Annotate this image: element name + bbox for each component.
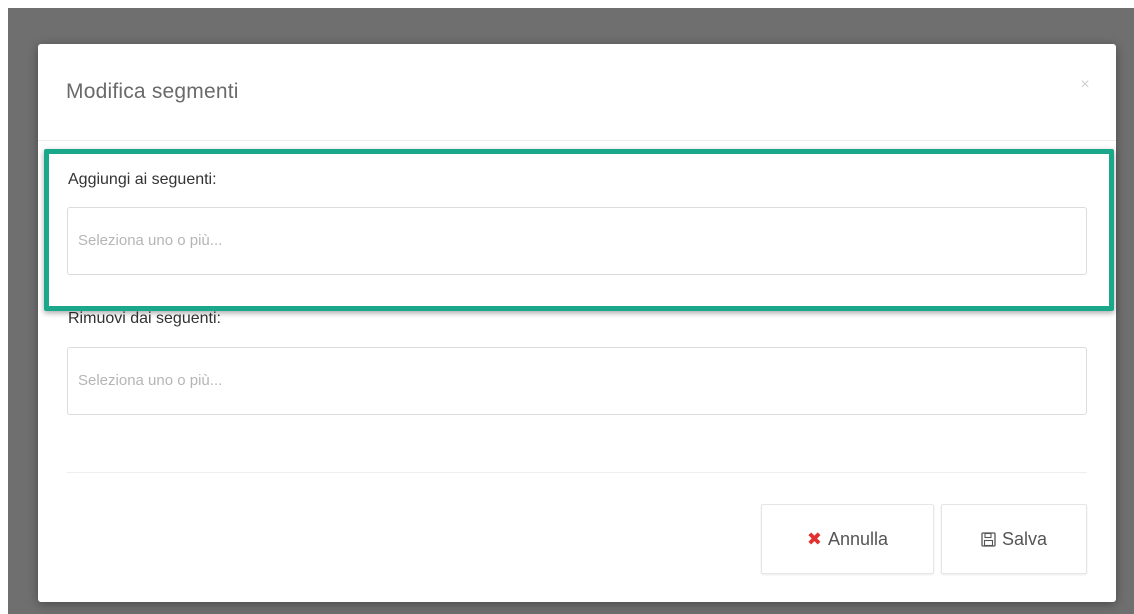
save-button-label: Salva (1001, 528, 1048, 549)
add-segments-placeholder: Seleziona uno o più... (78, 232, 223, 249)
footer-divider (67, 472, 1087, 473)
edit-segments-dialog: Modifica segmenti × Aggiungi ai seguenti… (38, 44, 1116, 602)
x-icon: ✖ (806, 528, 823, 549)
save-button[interactable]: Salva (941, 504, 1087, 574)
remove-segments-placeholder: Seleziona uno o più... (78, 372, 223, 389)
cancel-button[interactable]: ✖ Annulla (761, 504, 934, 574)
add-segments-label: Aggiungi ai seguenti: (68, 171, 217, 188)
close-icon[interactable]: × (1078, 77, 1092, 93)
dialog-title: Modifica segmenti (66, 80, 239, 103)
add-segments-select[interactable]: Seleziona uno o più... (67, 207, 1087, 275)
cancel-button-label: Annulla (828, 528, 889, 549)
floppy-disk-icon (981, 531, 996, 547)
remove-segments-label: Rimuovi dai seguenti: (68, 310, 221, 327)
remove-segments-select[interactable]: Seleziona uno o più... (67, 347, 1087, 415)
dialog-header: Modifica segmenti × (38, 44, 1116, 141)
